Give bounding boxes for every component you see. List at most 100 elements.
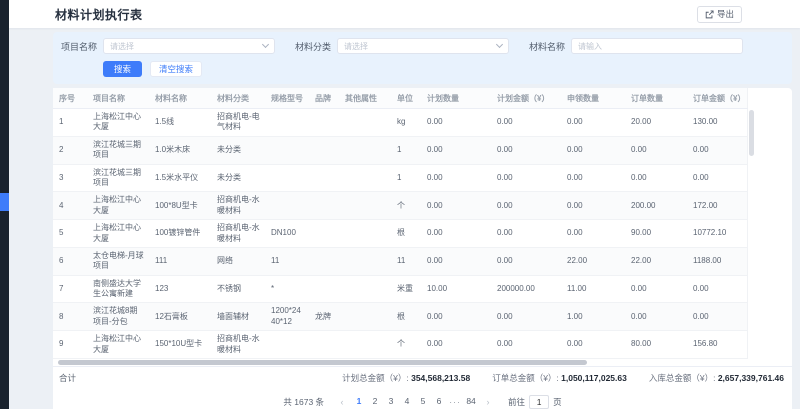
table-cell: 墙面辅材 [211,303,265,331]
table-cell: * [265,275,309,303]
table-cell: 上海松江中心大厦 [87,331,149,359]
table-cell: 22.00 [561,247,625,275]
column-header: 计划金额（¥） [491,88,561,109]
summary-row: 合计 计划总金额（¥）: 354,568,213.58订单总金额（¥）: 1,0… [53,366,792,389]
table-cell: 100*8U型卡 [149,192,211,220]
content-area: 项目名称 请选择 材料分类 请选择 材料名称 [53,32,792,409]
table-header-row: 序号项目名称材料名称材料分类规格型号品牌其他属性单位计划数量计划金额（¥）申领数… [53,88,747,109]
material-category-select[interactable]: 请选择 [337,38,509,54]
project-name-select[interactable]: 请选择 [103,38,275,54]
page-button-3[interactable]: 3 [384,394,398,409]
table-row[interactable]: 3滨江花城三期项目1.5米水平仪未分类10.000.000.000.000.00 [53,164,747,192]
goto-page-suffix: 页 [553,396,562,408]
table-row[interactable]: 2滨江花城三期项目1.0米木床未分类10.000.000.000.000.00 [53,136,747,164]
table-cell: 10.00 [421,275,491,303]
main-area: 材料计划执行表 导出 项目名称 请选择 [9,0,800,409]
table-cell: 1.0米木床 [149,136,211,164]
table-cell [265,192,309,220]
column-header: 申领数量 [561,88,625,109]
table-cell: 0.00 [421,164,491,192]
goto-page-input[interactable] [529,395,549,409]
sidebar-active-item[interactable] [0,193,9,211]
table-cell: 0.00 [561,164,625,192]
table-cell [265,164,309,192]
table-cell: 0.00 [491,331,561,359]
column-header: 材料名称 [149,88,211,109]
table-cell: 滨江花城三期项目 [87,164,149,192]
clear-search-button[interactable]: 清空搜索 [150,61,202,77]
table-cell [309,220,339,248]
table-cell: 3 [53,164,87,192]
vertical-scrollbar[interactable] [749,110,754,356]
table-cell: 130.00 [687,109,747,137]
summary-total: 计划总金额（¥）: 354,568,213.58 [342,372,470,384]
table-cell: 0.00 [561,220,625,248]
table-row[interactable]: 8滨江花城8期项目-分包12石膏板墙面辅材1200*2440*12龙牌根0.00… [53,303,747,331]
table-cell: 2 [53,136,87,164]
table-cell: 0.00 [687,303,747,331]
table-cell: 150*10U型卡 [149,331,211,359]
table-row[interactable]: 6太仓电梯-月球项目111网络11110.000.0022.0022.00118… [53,247,747,275]
table-row[interactable]: 1上海松江中心大厦1.5线招商机电-电气材料kg0.000.000.0020.0… [53,109,747,137]
horizontal-scrollbar-thumb[interactable] [58,360,587,365]
table-cell [339,275,391,303]
table-cell: 0.00 [491,247,561,275]
table-cell: 0.00 [491,220,561,248]
filter-actions: 搜索 清空搜索 [61,61,784,77]
table-cell: kg [391,109,421,137]
table-cell: 0.00 [421,331,491,359]
page-button-5[interactable]: 5 [416,394,430,409]
table-cell [339,164,391,192]
table-cell [309,109,339,137]
column-header: 序号 [53,88,87,109]
table-row[interactable]: 9上海松江中心大厦150*10U型卡招商机电-水暖材料个0.000.000.00… [53,331,747,359]
page-button-last[interactable]: 84 [464,394,478,409]
table-cell: 根 [391,303,421,331]
table-row[interactable]: 7南侧盛达大学生公寓新建123不锈钢*米重10.00200000.0011.00… [53,275,747,303]
table-cell: 0.00 [561,192,625,220]
table-row[interactable]: 4上海松江中心大厦100*8U型卡招商机电-水暖材料个0.000.000.002… [53,192,747,220]
table-cell: 上海松江中心大厦 [87,220,149,248]
page-button-1[interactable]: 1 [352,394,366,409]
material-name-input[interactable] [571,38,743,54]
horizontal-scrollbar[interactable] [55,359,790,366]
column-header: 订单数量 [625,88,687,109]
vertical-scrollbar-thumb[interactable] [749,110,754,156]
pagination: 共 1673 条 ‹ 123456 ··· 84 › 前往 页 [53,389,792,409]
table-cell: 90.00 [625,220,687,248]
table-cell: 0.00 [491,303,561,331]
table-cell: 上海松江中心大厦 [87,192,149,220]
table-cell: 0.00 [421,109,491,137]
table-cell: 12石膏板 [149,303,211,331]
table-cell: 0.00 [625,303,687,331]
table-cell: 20.00 [625,109,687,137]
material-category-label: 材料分类 [295,40,331,53]
table-cell: 招商机电-水暖材料 [211,192,265,220]
prev-page-button[interactable]: ‹ [335,394,349,409]
table-cell: 1 [53,109,87,137]
collapsed-sidebar[interactable] [0,0,9,409]
page-title: 材料计划执行表 [55,6,143,23]
summary-total: 入库总金额（¥）: 2,657,339,761.46 [649,372,784,384]
material-name-label: 材料名称 [529,40,565,53]
table-cell: 未分类 [211,164,265,192]
table-cell: 0.00 [491,192,561,220]
table-cell: 0.00 [421,247,491,275]
material-category-select-placeholder: 请选择 [344,41,368,52]
next-page-button[interactable]: › [481,394,495,409]
material-name-filter: 材料名称 [529,38,743,54]
export-button[interactable]: 导出 [697,6,742,23]
page-button-6[interactable]: 6 [432,394,446,409]
table-cell [339,136,391,164]
table-cell [339,109,391,137]
summary-label: 合计 [59,372,76,384]
more-pages-icon[interactable]: ··· [449,397,461,407]
table-cell [309,275,339,303]
page-button-4[interactable]: 4 [400,394,414,409]
search-button[interactable]: 搜索 [103,61,142,77]
page-button-2[interactable]: 2 [368,394,382,409]
table-cell [309,164,339,192]
table-cell: 80.00 [625,331,687,359]
table-row[interactable]: 5上海松江中心大厦100镀锌管件招商机电-水暖材料DN100根0.000.000… [53,220,747,248]
table-cell [339,331,391,359]
